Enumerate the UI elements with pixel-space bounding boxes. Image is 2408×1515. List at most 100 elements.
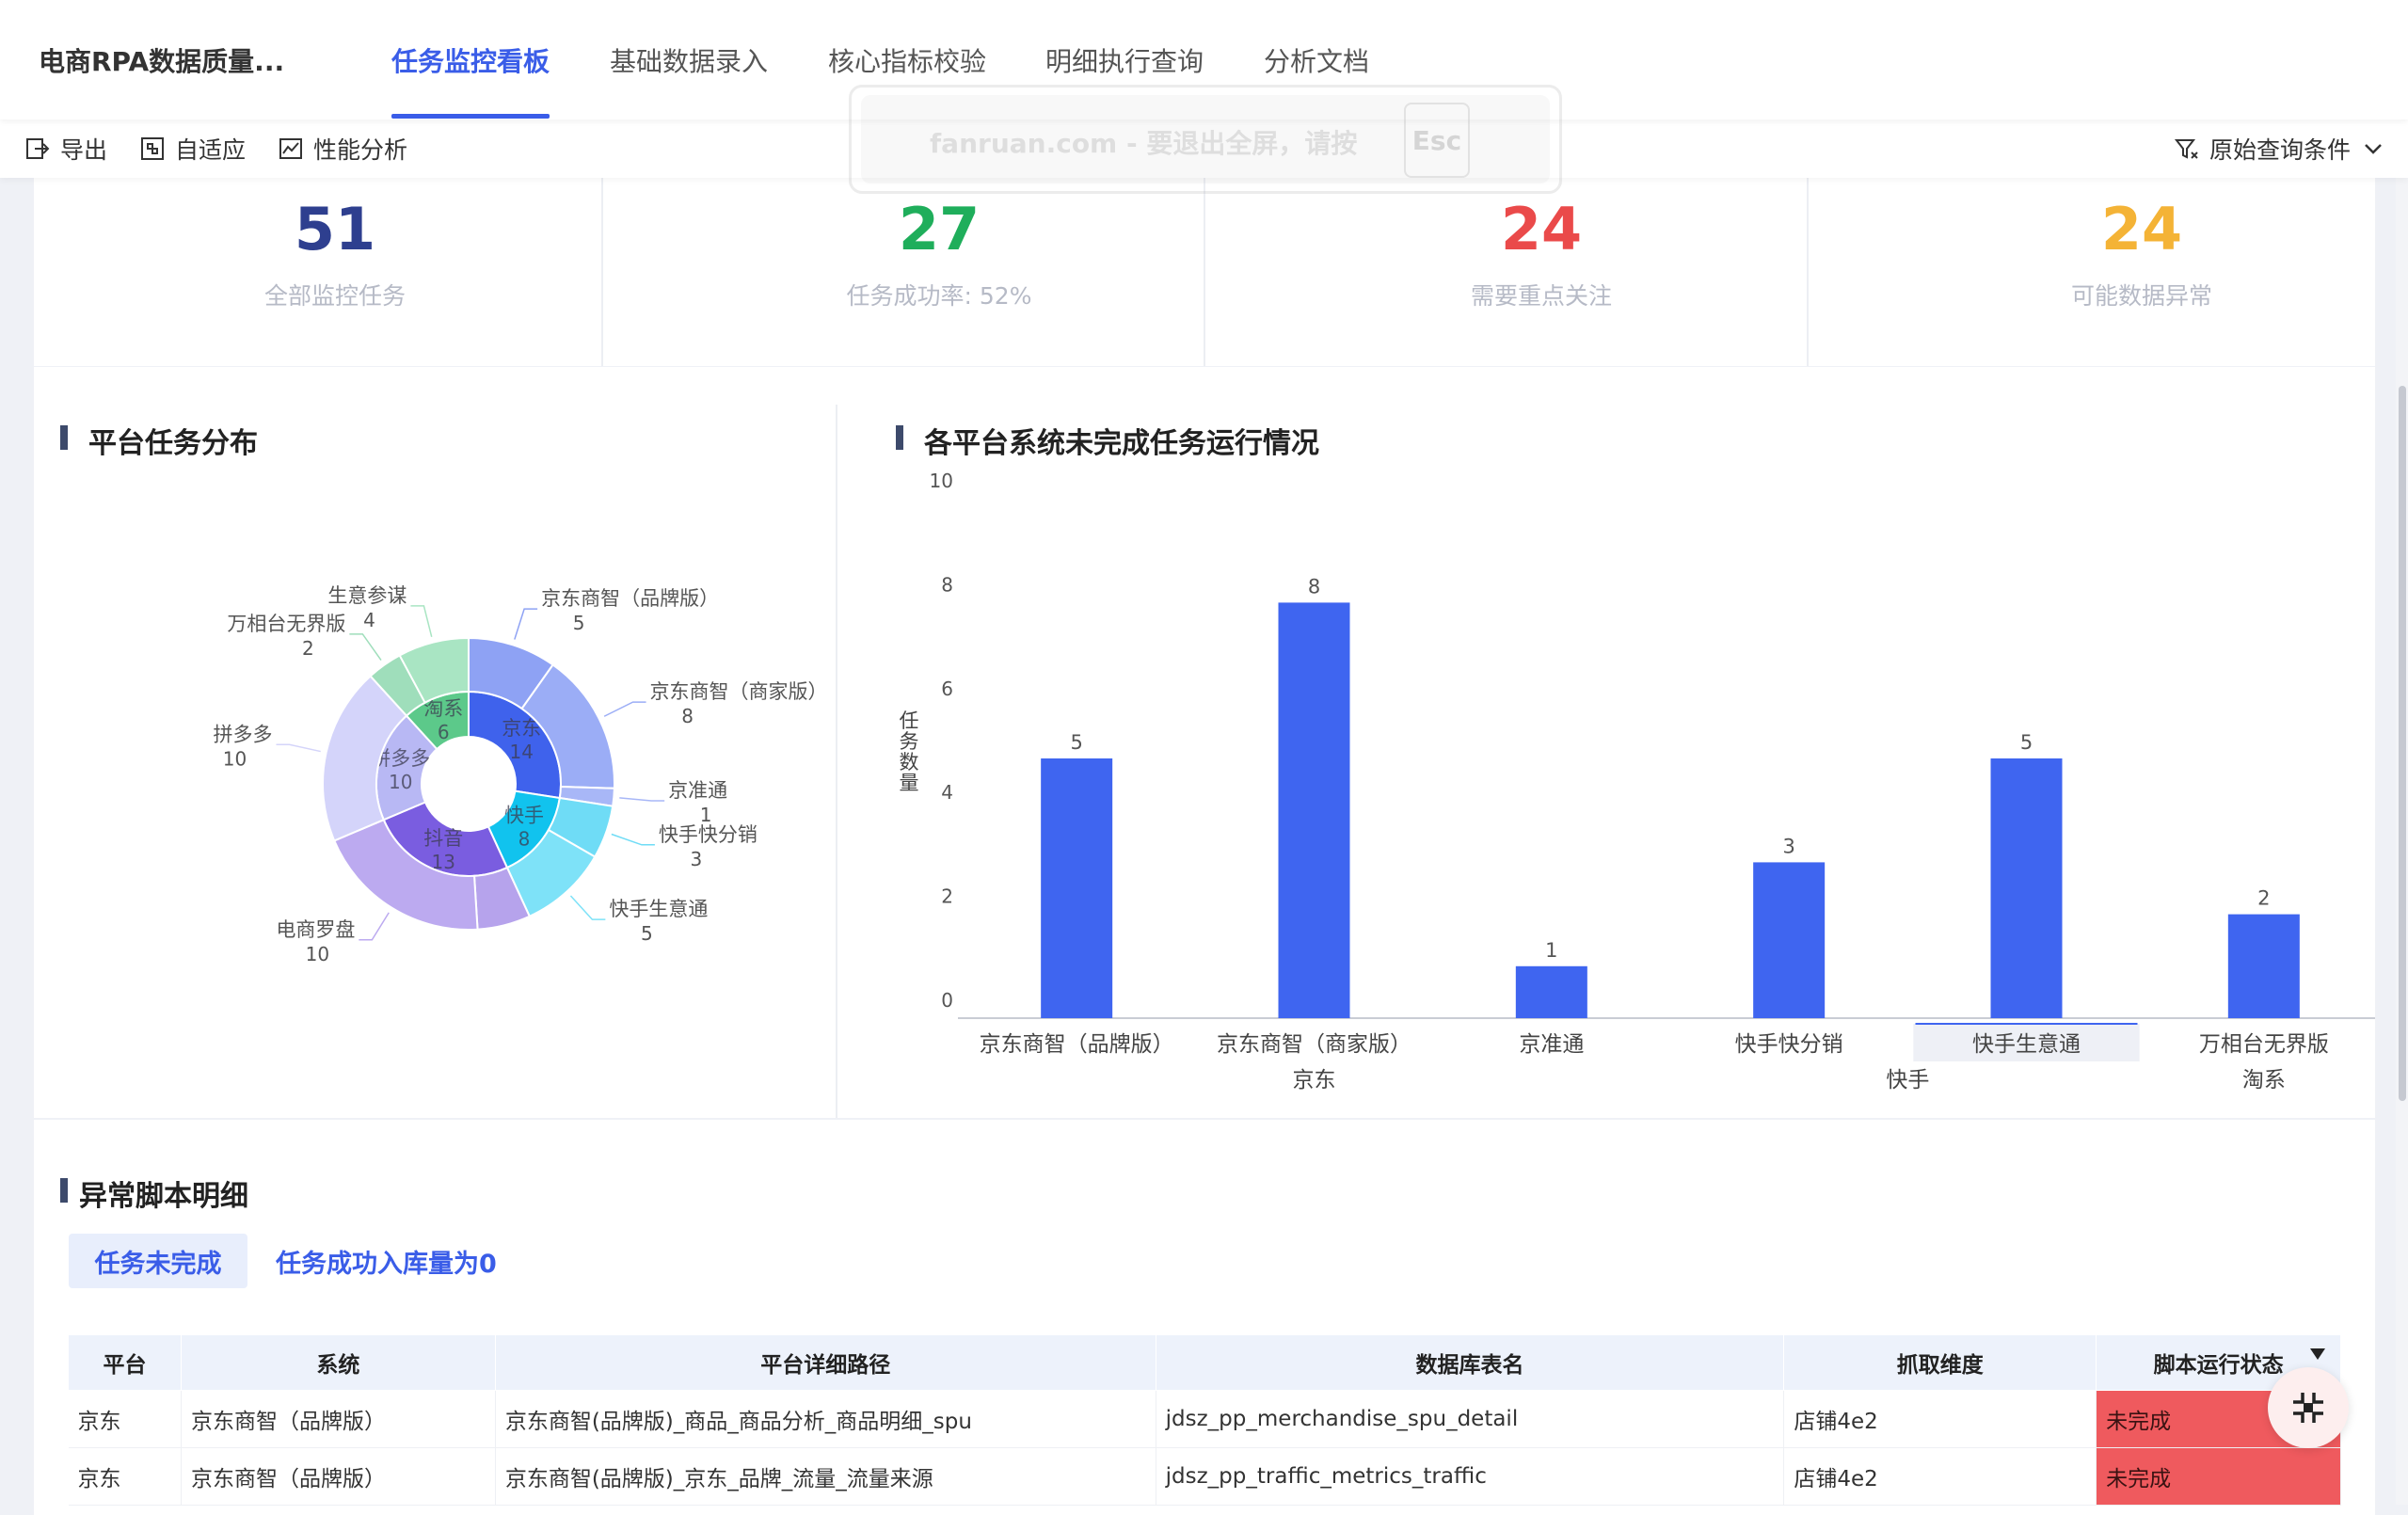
query-conditions-toggle[interactable]: 原始查询条件 [2174,133,2386,165]
unfinished-tasks-bar-chart: 0 2 4 6 8 10 任务数量 5 京东商智（品牌版） 8 京东商智（商家版） 1 京准通 3 快手快分… [900,470,2375,1092]
fullscreen-tip-text: fanruan.com - 要退出全屏，请按 [930,128,1358,159]
kpi-label: 需要重点关注 [1470,282,1612,310]
cell-path: 京东商智(品牌版)_京东_品牌_流量_流量来源 [495,1447,1156,1506]
x-group-label: 京东 [1293,1068,1336,1092]
charts-panel: 平台任务分布 各平台系统未完成任务运行情况 京东 14 快手 8 抖音 13 拼多多 10 淘系… [34,367,2375,1118]
section-marker [60,1178,68,1203]
bar-data-label: 2 [2257,887,2270,910]
table-section-title: 异常脚本明细 [79,1180,248,1213]
kpi-value: 27 [898,195,981,263]
kpi-panel: 51 全部监控任务 27 任务成功率: 52% 24 需要重点关注 24 可能数… [34,178,2375,366]
y-axis-label: 务 [900,730,919,753]
cell-platform: 京东 [68,1390,182,1448]
y-tick-label: 4 [941,781,953,804]
x-tick-label: 快手快分销 [1735,1032,1843,1057]
kpi-label: 全部监控任务 [263,282,406,310]
bar [1278,602,1350,1018]
x-group-label: 淘系 [2242,1068,2286,1092]
bar-data-label: 3 [1782,835,1794,857]
y-axis-label: 数 [900,751,919,773]
kpi-total-tasks: 51 全部监控任务 [34,178,636,366]
performance-analysis-button[interactable]: 性能分析 [278,133,407,165]
y-tick-label: 2 [941,885,953,908]
column-filter-icon[interactable] [2310,1348,2325,1360]
tab-basic-data-entry[interactable]: 基础数据录入 [610,41,768,79]
x-tick-label: 京东商智（品牌版） [980,1032,1174,1057]
export-icon [26,138,50,159]
bar-data-label: 1 [1545,939,1557,962]
cell-system: 京东商智（品牌版） [181,1447,496,1506]
fit-label: 自适应 [175,136,247,164]
y-tick-label: 8 [941,573,953,596]
x-tick-label: 快手生意通 [1972,1032,2081,1057]
kpi-success-tasks: 27 任务成功率: 52% [638,178,1240,366]
bar [1990,758,2063,1018]
performance-label: 性能分析 [313,136,408,164]
query-conditions-label: 原始查询条件 [2209,136,2352,164]
app-title: 电商RPA数据质量... [39,46,285,77]
cell-db-table: jdsz_pp_merchandise_spu_detail [1156,1390,1785,1448]
chevron-down-icon [2365,144,2382,154]
x-group-label: 快手 [1886,1068,1929,1092]
kpi-label: 任务成功率: 52% [846,282,1032,310]
cell-system: 京东商智（品牌版） [181,1390,496,1448]
fit-icon [141,137,164,160]
cell-platform: 京东 [68,1447,182,1506]
x-tick-label: 京准通 [1519,1032,1584,1057]
kpi-data-anomaly: 24 可能数据异常 [1841,178,2408,366]
bar-data-label: 8 [1308,575,1320,598]
column-header-path[interactable]: 平台详细路径 [494,1334,1156,1391]
column-header-platform[interactable]: 平台 [68,1334,182,1391]
column-header-system[interactable]: 系统 [180,1334,496,1391]
abnormal-scripts-table: 平台 系统 平台详细路径 数据库表名 抓取维度 脚本运行状态 京东 京东商智（品… [68,1334,2341,1506]
kpi-divider [1204,178,1205,366]
y-tick-label: 0 [941,989,953,1012]
tab-detail-query[interactable]: 明细执行查询 [1045,41,1204,79]
table-row[interactable]: 京东 京东商智（品牌版） 京东商智(品牌版)_京东_品牌_流量_流量来源 jds… [68,1447,2341,1506]
y-axis-label: 量 [900,772,919,794]
bar [2227,914,2300,1018]
tab-core-metric-check[interactable]: 核心指标校验 [828,41,986,79]
cell-dimension: 店铺4e2 [1783,1447,2097,1506]
y-tick-label: 6 [941,678,953,700]
export-label: 导出 [60,136,108,164]
performance-chart-icon [279,138,302,159]
bar-data-label: 5 [2020,731,2033,754]
bar [1041,758,1113,1018]
column-header-db-table[interactable]: 数据库表名 [1155,1334,1785,1391]
tab-analysis-docs[interactable]: 分析文档 [1264,41,1369,79]
kpi-attention-tasks: 24 需要重点关注 [1240,178,1842,366]
cell-dimension: 店铺4e2 [1783,1390,2097,1448]
fullscreen-exit-tip: fanruan.com - 要退出全屏，请按 Esc [849,85,1562,194]
status-header-label: 脚本运行状态 [2153,1353,2284,1378]
x-tick-label: 万相台无界版 [2199,1032,2329,1057]
page-scrollbar-thumb[interactable] [2399,386,2406,1101]
x-tick-label: 京东商智（商家版） [1217,1032,1411,1057]
cell-status: 未完成 [2096,1447,2341,1506]
cell-db-table: jdsz_pp_traffic_metrics_traffic [1156,1447,1785,1506]
table-row[interactable]: 京东 京东商智（品牌版） 京东商智(品牌版)_商品_商品分析_商品明细_spu … [68,1390,2341,1448]
export-button[interactable]: 导出 [24,133,107,165]
kpi-divider [601,178,603,366]
cell-path: 京东商智(品牌版)_商品_商品分析_商品明细_spu [495,1390,1156,1448]
subtab-zero-inbound[interactable]: 任务成功入库量为0 [276,1234,497,1288]
collapse-icon [2293,1393,2323,1423]
esc-key-hint: Esc [1404,103,1470,178]
kpi-divider [1807,178,1809,366]
table-header-row: 平台 系统 平台详细路径 数据库表名 抓取维度 脚本运行状态 [68,1334,2341,1391]
column-header-dimension[interactable]: 抓取维度 [1783,1334,2097,1391]
exit-fullscreen-button[interactable] [2268,1367,2349,1448]
fit-button[interactable]: 自适应 [139,133,246,165]
y-axis-label: 任 [900,710,919,732]
bar-data-label: 5 [1070,731,1082,754]
bar [1515,965,1587,1018]
abnormal-scripts-panel: 异常脚本明细 任务未完成 任务成功入库量为0 平台 系统 平台详细路径 数据库表… [34,1120,2375,1515]
kpi-value: 24 [2100,195,2183,263]
tab-task-monitor[interactable]: 任务监控看板 [391,41,550,79]
kpi-label: 可能数据异常 [2070,282,2212,310]
y-tick-label: 10 [930,470,953,492]
subtab-unfinished[interactable]: 任务未完成 [69,1234,247,1288]
kpi-value: 24 [1500,195,1583,263]
bar [1753,862,1826,1018]
kpi-value: 51 [294,195,376,263]
